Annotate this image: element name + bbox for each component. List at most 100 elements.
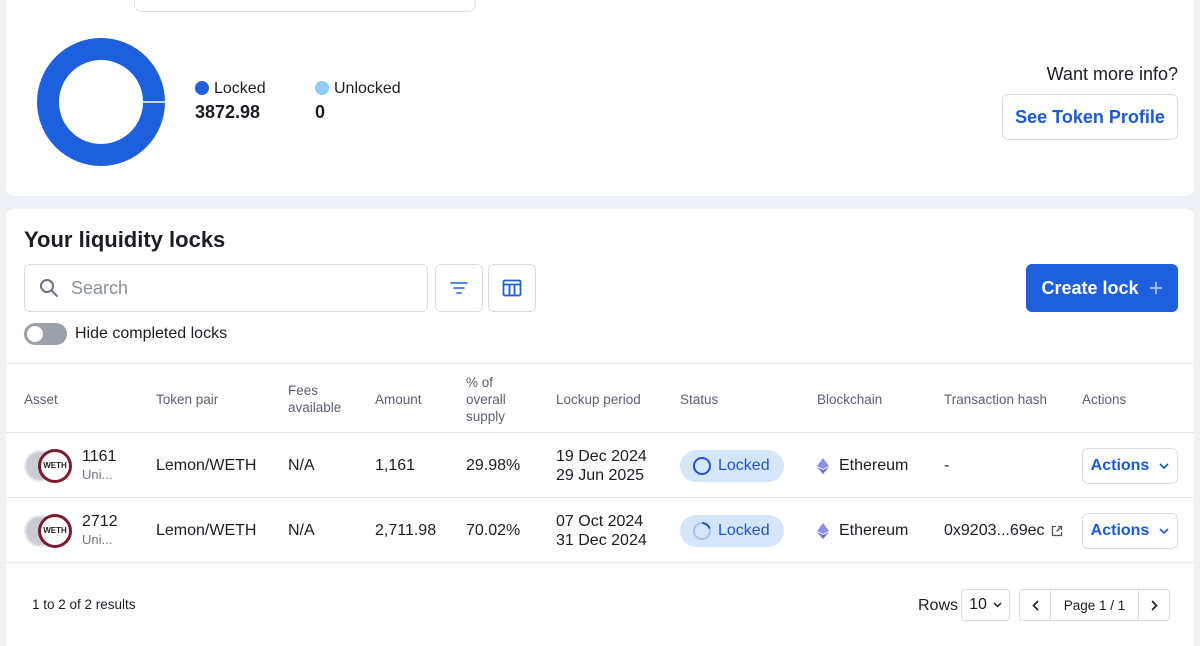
actions-label: Actions: [1090, 456, 1150, 474]
col-fees: Fees available: [288, 383, 342, 415]
col-amount: Amount: [375, 391, 422, 407]
columns-icon: [502, 279, 522, 297]
toggle-knob: [27, 326, 43, 342]
legend-unlocked: Unlocked 0: [315, 80, 401, 123]
actions-button[interactable]: Actions: [1082, 447, 1178, 484]
filter-button[interactable]: [435, 264, 483, 312]
col-hash: Transaction hash: [944, 391, 1048, 407]
status-badge: Locked: [680, 449, 784, 482]
locked-donut-chart: [37, 38, 166, 166]
top-input-edge: [134, 0, 476, 12]
asset-sub: Uni...: [82, 531, 113, 547]
table-header: Asset Token pair Fees available Amount %…: [6, 363, 1194, 433]
filter-icon: [450, 282, 468, 294]
col-asset: Asset: [24, 391, 58, 407]
weth-token-icon: WETH: [38, 448, 72, 483]
asset-text: 2712 Uni...: [82, 513, 122, 549]
legend-unlocked-label: Unlocked: [334, 80, 401, 97]
token-pair-cell: Lemon/WETH: [156, 456, 257, 474]
col-actions: Actions: [1082, 391, 1127, 407]
legend-locked-label: Locked: [214, 80, 266, 97]
asset-logos: WETH: [24, 513, 76, 548]
col-supply: % of overall supply: [466, 374, 506, 424]
actions-button[interactable]: Actions: [1082, 512, 1178, 549]
see-token-profile-button[interactable]: See Token Profile: [1002, 94, 1178, 140]
blockchain-cell: Ethereum: [817, 433, 908, 498]
lock-summary-card: Locked 3872.98 Unlocked 0 Want more info…: [6, 0, 1194, 196]
lock-end-date: 29 Jun 2025: [556, 466, 645, 484]
asset-text: 1161 U Uni...: [82, 448, 122, 484]
lock-start-date: 19 Dec 2024: [556, 447, 647, 465]
asset-cell: WETH 2712 Uni...: [24, 498, 122, 563]
previous-page-button[interactable]: [1020, 590, 1050, 620]
chevron-left-icon: [1031, 599, 1039, 611]
locked-dot-icon: [195, 81, 209, 95]
next-page-button[interactable]: [1139, 590, 1169, 620]
blockchain-label: Ethereum: [839, 521, 909, 539]
rows-value: 10: [969, 596, 987, 613]
status-badge: Locked: [680, 514, 784, 547]
weth-token-icon: WETH: [38, 513, 72, 548]
rows-per-page-select[interactable]: 10: [961, 589, 1010, 621]
chevron-down-icon: [1159, 527, 1169, 534]
amount-cell: 2,711.98: [375, 521, 437, 539]
asset-sub: Uni...: [82, 466, 113, 482]
col-token-pair: Token pair: [156, 391, 219, 407]
actions-label: Actions: [1090, 521, 1150, 539]
supply-cell: 29.98%: [466, 456, 521, 474]
search-field[interactable]: [24, 264, 428, 312]
ethereum-icon: [817, 522, 829, 539]
asset-logos: WETH: [24, 448, 76, 483]
transaction-hash-link[interactable]: 0x9203...69ec: [944, 522, 1045, 540]
table-row: WETH 2712 Uni... Lemon/WETH N/A 2,711.98…: [6, 498, 1194, 563]
ethereum-icon: [817, 457, 829, 474]
create-lock-label: Create lock: [1041, 277, 1139, 298]
chevron-right-icon: [1150, 599, 1158, 611]
status-cell: Locked: [680, 433, 784, 498]
plus-icon: [1149, 282, 1162, 294]
amount-cell: 1,161: [375, 456, 416, 474]
liquidity-locks-card: Your liquidity locks Create lock H: [6, 209, 1194, 646]
table-row: WETH 1161 U Uni... Lemon/WETH N/A 1,161 …: [6, 433, 1194, 498]
asset-name: 2712: [82, 512, 118, 530]
fees-cell: N/A: [288, 521, 315, 539]
unlocked-dot-icon: [315, 81, 329, 95]
external-link-icon[interactable]: [1051, 525, 1063, 537]
legend-locked: Locked 3872.98: [195, 80, 266, 123]
actions-cell: Actions: [1082, 498, 1178, 563]
donut-locked-segment: [37, 38, 165, 166]
section-title: Your liquidity locks: [24, 227, 226, 252]
asset-name: 1161 U: [82, 447, 122, 465]
more-info-text: Want more info?: [1046, 64, 1178, 84]
search-icon: [40, 279, 58, 297]
lock-progress-icon: [693, 521, 711, 540]
lock-start-date: 07 Oct 2024: [556, 512, 644, 530]
columns-button[interactable]: [488, 264, 536, 312]
status-cell: Locked: [680, 498, 784, 563]
col-status: Status: [680, 391, 719, 407]
rows-label: Rows: [918, 597, 959, 614]
col-blockchain: Blockchain: [817, 391, 883, 407]
hash-cell: -: [944, 456, 950, 474]
pagination: Page 1 / 1: [1019, 589, 1170, 621]
search-input[interactable]: [71, 277, 391, 299]
hide-completed-toggle[interactable]: [24, 323, 67, 345]
hash-cell: 0x9203...69ec: [944, 498, 1063, 563]
result-count: 1 to 2 of 2 results: [32, 597, 136, 612]
status-label: Locked: [718, 456, 770, 474]
create-lock-button[interactable]: Create lock: [1026, 264, 1178, 312]
status-label: Locked: [718, 521, 770, 539]
supply-cell: 70.02%: [466, 521, 521, 539]
legend-locked-value: 3872.98: [195, 102, 261, 122]
hide-completed-label: Hide completed locks: [75, 325, 228, 342]
locks-table: Asset Token pair Fees available Amount %…: [6, 363, 1194, 563]
lock-progress-icon: [693, 456, 711, 475]
token-pair-cell: Lemon/WETH: [156, 521, 257, 539]
actions-cell: Actions: [1082, 433, 1178, 498]
blockchain-label: Ethereum: [839, 456, 909, 474]
legend-unlocked-value: 0: [315, 102, 326, 122]
col-lockup: Lockup period: [556, 391, 641, 407]
lockup-cell: 07 Oct 2024 31 Dec 2024: [556, 498, 647, 563]
chevron-down-icon: [993, 602, 1002, 608]
page-indicator: Page 1 / 1: [1050, 590, 1139, 620]
